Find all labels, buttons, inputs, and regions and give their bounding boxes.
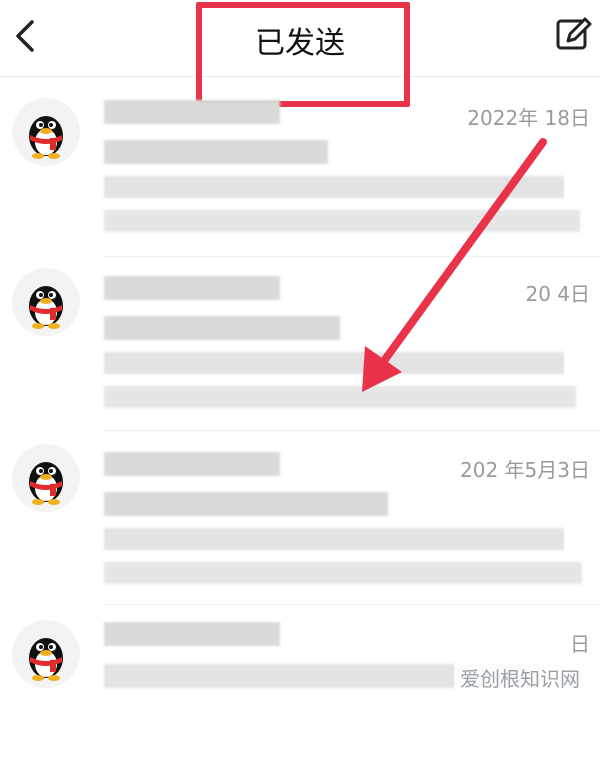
mail-date: 日 xyxy=(570,632,590,656)
preview-line-blurred xyxy=(104,562,582,584)
qq-penguin-icon xyxy=(29,116,63,159)
subject-blurred xyxy=(104,140,328,164)
avatar xyxy=(12,620,80,688)
preview-line-blurred xyxy=(104,386,576,408)
qq-penguin-icon xyxy=(29,462,63,505)
sender-name-blurred xyxy=(104,276,280,300)
mail-list-item[interactable]: 20 4日 xyxy=(0,258,600,432)
compose-edit-icon xyxy=(556,17,592,50)
mail-date: 2022年 18日 xyxy=(467,106,590,130)
qq-penguin-icon xyxy=(29,286,63,329)
compose-button[interactable] xyxy=(554,12,592,58)
mail-list-item[interactable]: 2022年 18日 xyxy=(0,84,600,258)
divider xyxy=(104,604,600,605)
mail-date: 202 年5月3日 xyxy=(460,458,590,482)
divider xyxy=(104,256,600,257)
watermark: 爱创根知识网 xyxy=(454,661,586,694)
mail-date: 20 4日 xyxy=(525,282,590,306)
preview-line-blurred xyxy=(104,176,564,198)
preview-line-blurred xyxy=(104,210,580,232)
subject-blurred xyxy=(104,316,340,340)
avatar xyxy=(12,444,80,512)
avatar xyxy=(12,268,80,336)
sender-name-blurred xyxy=(104,452,280,476)
preview-line-blurred xyxy=(104,528,564,550)
qq-penguin-icon xyxy=(29,638,63,681)
subject-blurred xyxy=(104,492,388,516)
sender-name-blurred xyxy=(104,100,280,124)
avatar xyxy=(12,98,80,166)
sender-name-blurred xyxy=(104,622,280,646)
divider xyxy=(104,430,600,431)
mail-list-item[interactable]: 202 年5月3日 xyxy=(0,432,600,606)
preview-line-blurred xyxy=(104,352,564,374)
